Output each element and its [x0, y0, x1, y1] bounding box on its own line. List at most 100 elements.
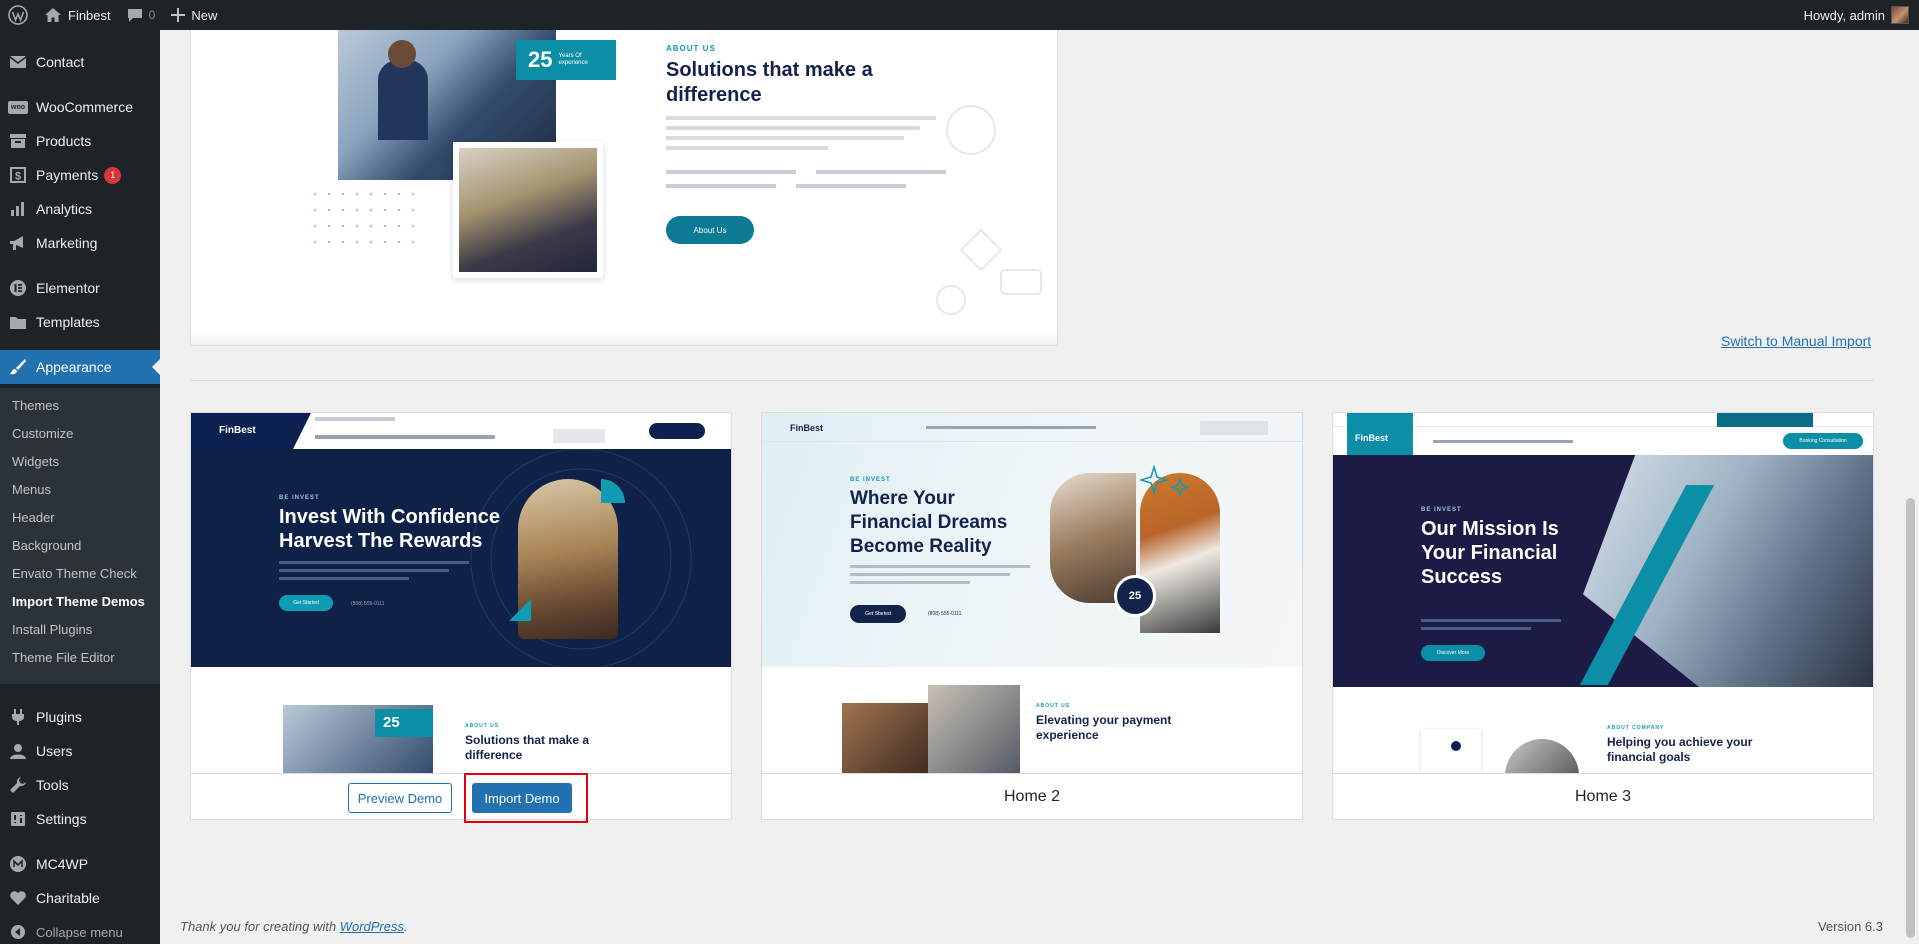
- demo-cta: Get Started: [279, 595, 333, 611]
- comments-count: 0: [148, 8, 156, 22]
- wordpress-icon: [8, 5, 28, 25]
- scrollbar-thumb[interactable]: [1906, 498, 1915, 938]
- comments-link[interactable]: 0: [119, 0, 164, 30]
- switch-to-manual-import-link[interactable]: Switch to Manual Import: [1721, 333, 1871, 349]
- submenu-customize[interactable]: Customize: [12, 426, 73, 441]
- submenu-header[interactable]: Header: [12, 510, 55, 525]
- new-content-button[interactable]: New: [163, 0, 225, 30]
- sidebar-item-label: Settings: [36, 811, 87, 827]
- sidebar-item-label: Analytics: [36, 201, 93, 217]
- folder-icon: [0, 315, 36, 330]
- sidebar-item-templates[interactable]: Templates: [0, 305, 160, 339]
- sidebar-item-label: Elementor: [36, 280, 100, 296]
- sidebar-item-label: Appearance: [36, 359, 112, 375]
- demo-screenshot: FinBest BE INVEST Invest With Confidence…: [191, 413, 731, 773]
- demo-hero: BE INVEST Our Mission Is Your Financial …: [1333, 455, 1873, 687]
- sidebar-item-label: Marketing: [36, 235, 98, 251]
- appearance-submenu: Themes Customize Widgets Menus Header Ba…: [0, 388, 160, 684]
- sidebar-item-plugins[interactable]: Plugins: [0, 700, 160, 734]
- sidebar-item-tools[interactable]: Tools: [0, 768, 160, 802]
- wordpress-logo-button[interactable]: [0, 0, 36, 30]
- sidebar-item-label: Contact: [36, 54, 85, 70]
- mc4wp-icon: [0, 855, 36, 873]
- site-name-link[interactable]: Finbest: [36, 0, 119, 30]
- sidebar-item-elementor[interactable]: Elementor: [0, 271, 160, 305]
- preview-heading: Solutions that make a difference: [666, 59, 873, 106]
- sidebar-item-label: Tools: [36, 777, 69, 793]
- demo-header-button: Booking Consultation: [1783, 433, 1863, 449]
- sidebar-item-marketing[interactable]: Marketing: [0, 226, 160, 260]
- sidebar-item-settings[interactable]: Settings: [0, 802, 160, 836]
- demo-about-eyebrow: ABOUT COMPANY: [1607, 725, 1665, 731]
- admin-footer-thanks: Thank you for creating with WordPress.: [180, 919, 408, 934]
- experience-text: Years Of experience: [558, 53, 588, 66]
- preview-demo-button[interactable]: Preview Demo: [348, 783, 452, 813]
- submenu-themes[interactable]: Themes: [12, 398, 59, 413]
- submenu-install-plugins[interactable]: Install Plugins: [12, 622, 92, 637]
- demo-card-home-1[interactable]: FinBest BE INVEST Invest With Confidence…: [190, 412, 732, 823]
- sidebar-item-analytics[interactable]: Analytics: [0, 192, 160, 226]
- sidebar-item-label: Templates: [36, 314, 100, 330]
- plug-icon: [0, 708, 36, 726]
- demo-card-home-3[interactable]: FinBest Booking Consultation BE INVEST O…: [1332, 412, 1874, 820]
- avatar[interactable]: [1891, 6, 1909, 24]
- submenu-envato-theme-check[interactable]: Envato Theme Check: [12, 566, 137, 581]
- preview-eyebrow: ABOUT US: [666, 44, 716, 53]
- demo-about-photo-2: [928, 685, 1020, 773]
- demo-about-eyebrow: ABOUT US: [465, 723, 500, 729]
- user-greeting[interactable]: Howdy, admin: [1804, 8, 1885, 23]
- demo-logo: FinBest: [790, 423, 824, 433]
- page-scrollbar[interactable]: [1902, 30, 1919, 944]
- demo-eyebrow: BE INVEST: [279, 495, 320, 501]
- submenu-import-theme-demos[interactable]: Import Theme Demos: [12, 594, 145, 609]
- demo-hero-title: Invest With Confidence Harvest The Rewar…: [279, 506, 500, 552]
- admin-sidebar: WP Clever Contact woo WooCommerce Produc…: [0, 30, 160, 944]
- collapse-icon: [0, 924, 36, 940]
- wrench-icon: [0, 776, 36, 794]
- demo-eyebrow: BE INVEST: [850, 477, 891, 483]
- wordpress-link[interactable]: WordPress: [340, 919, 404, 934]
- sidebar-item-contact[interactable]: Contact: [0, 45, 160, 79]
- demo-hero-title: Where Your Financial Dreams Become Reali…: [850, 488, 1008, 557]
- sidebar-item-appearance[interactable]: Appearance: [0, 350, 160, 384]
- submenu-theme-file-editor[interactable]: Theme File Editor: [12, 650, 115, 665]
- sidebar-item-partial[interactable]: WP Clever: [0, 30, 160, 34]
- sidebar-item-products[interactable]: Products: [0, 124, 160, 158]
- sidebar-item-label: WooCommerce: [36, 99, 133, 115]
- payments-badge: 1: [104, 166, 122, 184]
- sidebar-item-charitable[interactable]: Charitable: [0, 881, 160, 915]
- preview-about-button: About Us: [666, 216, 754, 244]
- demo-hero-title: Our Mission Is Your Financial Success: [1421, 518, 1559, 588]
- dollar-icon: $: [0, 167, 36, 183]
- demo-about-photo-1: [842, 703, 932, 773]
- demo-card-home-2[interactable]: FinBest BE INVEST Where Your Financial D…: [761, 412, 1303, 820]
- submenu-menus[interactable]: Menus: [12, 482, 51, 497]
- collapse-menu-button[interactable]: Collapse menu: [0, 915, 160, 944]
- archive-icon: [0, 133, 36, 149]
- sidebar-item-mc4wp[interactable]: MC4WP: [0, 847, 160, 881]
- plus-icon: [171, 8, 186, 22]
- decorative-dots: [313, 192, 415, 244]
- demo-card-footer: Home 2: [762, 773, 1302, 819]
- sidebar-item-woocommerce[interactable]: woo WooCommerce: [0, 90, 160, 124]
- new-label: New: [191, 7, 218, 23]
- sidebar-item-payments[interactable]: $ Payments 1: [0, 158, 160, 192]
- preview-meeting-photo: [453, 142, 603, 278]
- demo-logo: FinBest: [219, 425, 256, 436]
- demo-logo: FinBest: [1355, 433, 1389, 443]
- demo-hero: BE INVEST Invest With Confidence Harvest…: [191, 449, 731, 667]
- submenu-widgets[interactable]: Widgets: [12, 454, 59, 469]
- sidebar-item-users[interactable]: Users: [0, 734, 160, 768]
- preview-checklist: [666, 170, 946, 188]
- demo-hero-photo: [1583, 455, 1873, 687]
- preview-paragraph: [666, 116, 936, 150]
- demo-badge: 25: [375, 709, 433, 737]
- submenu-background[interactable]: Background: [12, 538, 81, 553]
- footer-thanks-suffix: .: [404, 919, 408, 934]
- megaphone-icon: [0, 235, 36, 251]
- users-icon: [0, 743, 36, 759]
- chart-icon: [0, 201, 36, 217]
- demo-about-title: Helping you achieve your financial goals: [1607, 735, 1753, 764]
- demo-card-footer: Preview Demo Import Demo: [191, 773, 731, 823]
- footer-thanks-prefix: Thank you for creating with: [180, 919, 340, 934]
